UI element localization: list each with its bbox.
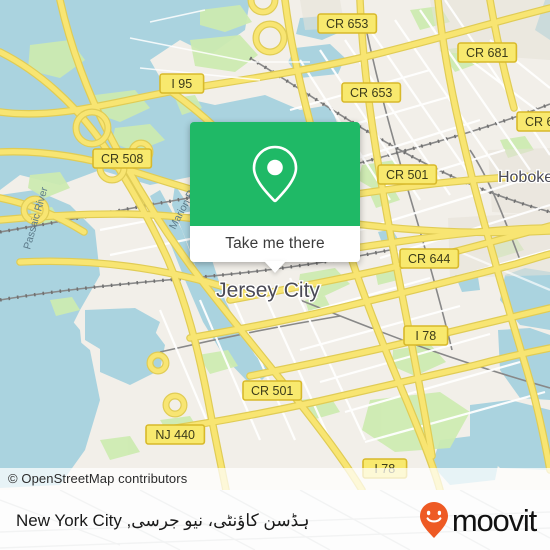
road-shield: CR 653 — [317, 13, 378, 34]
moovit-logo[interactable]: moovit — [419, 501, 537, 539]
road-shield-label: CR 685 — [525, 115, 550, 129]
osm-attribution[interactable]: © OpenStreetMap contributors — [0, 468, 550, 490]
callout-pointer — [264, 261, 286, 273]
map-pin-icon — [252, 145, 298, 203]
place-label: Hoboken — [498, 169, 550, 186]
map-canvas[interactable]: CR 653 CR 681 I 95 CR 653 CR 685 CR 508 CR 501… — [0, 0, 550, 490]
road-shield-label: CR 653 — [326, 17, 368, 31]
road-shield-label: I 95 — [171, 77, 192, 91]
road-shield-label: CR 681 — [466, 46, 508, 60]
callout-action-panel[interactable]: Take me there — [190, 226, 360, 262]
road-shield-label: CR 653 — [350, 86, 392, 100]
road-shield-label: CR 508 — [101, 152, 143, 166]
take-me-there-callout[interactable]: Take me there — [190, 122, 360, 273]
road-shield: CR 501 — [377, 164, 438, 185]
place-title: ہڈسن کاؤنٹی، نیو جرسی, New York City — [16, 510, 310, 530]
road-shield: CR 681 — [457, 42, 518, 63]
take-me-there-label: Take me there — [225, 235, 325, 252]
road-shield: CR 508 — [92, 148, 153, 169]
moovit-wordmark: moovit — [451, 502, 537, 538]
road-shield-label: CR 501 — [386, 168, 428, 182]
road-shield: NJ 440 — [145, 424, 206, 445]
road-shield-label: CR 501 — [251, 384, 293, 398]
road-shield: CR 501 — [242, 380, 303, 401]
moovit-smiley-pin-icon — [419, 502, 448, 538]
road-shield: CR 685 — [516, 111, 550, 132]
moovit-map-screen: CR 653 CR 681 I 95 CR 653 CR 685 CR 508 CR 501… — [0, 0, 550, 550]
road-shield-label: CR 644 — [408, 252, 450, 266]
callout-icon-panel — [190, 122, 360, 226]
footer-bar: ہڈسن کاؤنٹی، نیو جرسی, New York City moo… — [0, 490, 550, 550]
road-shield-label: I 78 — [415, 329, 436, 343]
road-shield: CR 644 — [399, 248, 460, 269]
place-label: Jersey City — [216, 279, 320, 302]
road-shield: CR 653 — [341, 82, 402, 103]
road-shield: I 95 — [159, 73, 205, 94]
road-shield: I 78 — [403, 325, 449, 346]
road-shield-label: NJ 440 — [155, 428, 195, 442]
